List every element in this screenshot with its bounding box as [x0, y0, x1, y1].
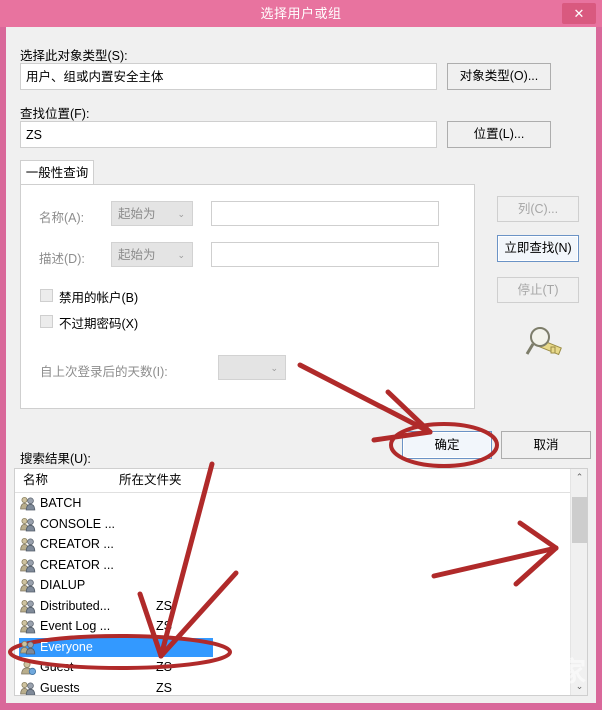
- magnifier-key-icon: [525, 323, 569, 363]
- non-expiring-password-checkbox[interactable]: [40, 315, 53, 328]
- list-item-name: Event Log ...: [40, 619, 111, 633]
- list-item-folder: ZS: [156, 619, 172, 633]
- disabled-accounts-checkbox[interactable]: [40, 289, 53, 302]
- group-icon: [20, 558, 36, 573]
- title-bar: 选择用户或组 ✕: [0, 0, 602, 27]
- list-item-folder: ZS: [156, 598, 172, 613]
- list-item-name: Distributed...: [40, 598, 111, 613]
- scroll-up-icon[interactable]: ⌃: [571, 469, 587, 486]
- group-icon: [20, 640, 36, 655]
- list-item[interactable]: CREATOR ...: [16, 555, 556, 576]
- description-input[interactable]: [211, 242, 439, 267]
- dialog-body: 选择此对象类型(S): 用户、组或内置安全主体 对象类型(O)... 查找位置(…: [6, 27, 596, 703]
- object-type-field[interactable]: 用户、组或内置安全主体: [20, 63, 437, 90]
- list-item-name: Guest: [40, 660, 74, 674]
- column-folder[interactable]: 所在文件夹: [119, 469, 182, 492]
- list-item-name: BATCH: [40, 496, 82, 510]
- cancel-button[interactable]: 取消: [501, 431, 591, 459]
- common-queries-panel: 名称(A): 起始为 ⌄ 描述(D): 起始为 ⌄ 禁用的帐户(B) 不过期密码…: [20, 184, 475, 409]
- non-expiring-password-label: 不过期密码(X): [59, 317, 139, 331]
- list-item[interactable]: CREATOR ...: [16, 534, 556, 555]
- name-condition-select[interactable]: 起始为 ⌄: [111, 201, 193, 226]
- description-condition-select[interactable]: 起始为 ⌄: [111, 242, 193, 267]
- object-type-label: 选择此对象类型(S):: [20, 49, 128, 63]
- watermark: 系统之家: [472, 657, 588, 687]
- description-condition-value: 起始为: [118, 248, 156, 262]
- list-item[interactable]: Distributed... ZS: [16, 596, 556, 617]
- tab-common-queries[interactable]: 一般性查询: [20, 160, 94, 185]
- list-item-name: CONSOLE ...: [40, 516, 116, 531]
- close-icon[interactable]: ✕: [562, 3, 596, 24]
- days-since-logon-label: 自上次登录后的天数(I):: [40, 365, 168, 379]
- list-item-name: Guests: [40, 680, 80, 695]
- stop-button[interactable]: 停止(T): [497, 277, 579, 303]
- name-input[interactable]: [211, 201, 439, 226]
- scrollbar-thumb[interactable]: [572, 497, 587, 543]
- list-item-name: DIALUP: [40, 578, 86, 592]
- window-title: 选择用户或组: [260, 6, 342, 21]
- list-column-header: 名称 所在文件夹: [15, 469, 587, 493]
- columns-button[interactable]: 列(C)...: [497, 196, 579, 222]
- search-results-label: 搜索结果(U):: [20, 452, 91, 466]
- list-item-name: CREATOR ...: [40, 557, 114, 572]
- name-label: 名称(A):: [39, 211, 85, 225]
- name-condition-value: 起始为: [118, 207, 156, 221]
- object-type-button[interactable]: 对象类型(O)...: [447, 63, 551, 90]
- group-icon: [20, 517, 36, 532]
- days-since-logon-select[interactable]: ⌄: [218, 355, 286, 380]
- window-frame: 选择用户或组 ✕ 选择此对象类型(S): 用户、组或内置安全主体 对象类型(O)…: [0, 0, 602, 710]
- list-item[interactable]: CONSOLE ...: [16, 514, 556, 535]
- chevron-down-icon: ⌄: [177, 250, 185, 260]
- location-field[interactable]: ZS: [20, 121, 437, 148]
- description-label: 描述(D):: [39, 252, 85, 266]
- list-item-folder: ZS: [156, 680, 172, 695]
- group-icon: [20, 578, 36, 593]
- list-item-name: Everyone: [40, 639, 93, 654]
- list-item-folder: ZS: [156, 660, 172, 674]
- disabled-accounts-label: 禁用的帐户(B): [59, 291, 139, 305]
- user-icon: [20, 660, 36, 675]
- location-button[interactable]: 位置(L)...: [447, 121, 551, 148]
- group-icon: [20, 537, 36, 552]
- group-icon: [20, 681, 36, 696]
- group-icon: [20, 599, 36, 614]
- group-icon: [20, 496, 36, 511]
- tab-strip: 一般性查询: [20, 160, 475, 185]
- group-icon: [20, 619, 36, 634]
- list-item[interactable]: BATCH: [16, 493, 556, 514]
- column-name[interactable]: 名称: [23, 469, 48, 492]
- list-item-name: CREATOR ...: [40, 537, 114, 551]
- list-item[interactable]: DIALUP: [16, 575, 556, 596]
- list-item[interactable]: Event Log ... ZS: [16, 616, 556, 637]
- chevron-down-icon: ⌄: [270, 363, 278, 373]
- find-now-button[interactable]: 立即查找(N): [497, 235, 579, 262]
- chevron-down-icon: ⌄: [177, 209, 185, 219]
- location-label: 查找位置(F):: [20, 107, 90, 121]
- ok-button[interactable]: 确定: [402, 431, 492, 459]
